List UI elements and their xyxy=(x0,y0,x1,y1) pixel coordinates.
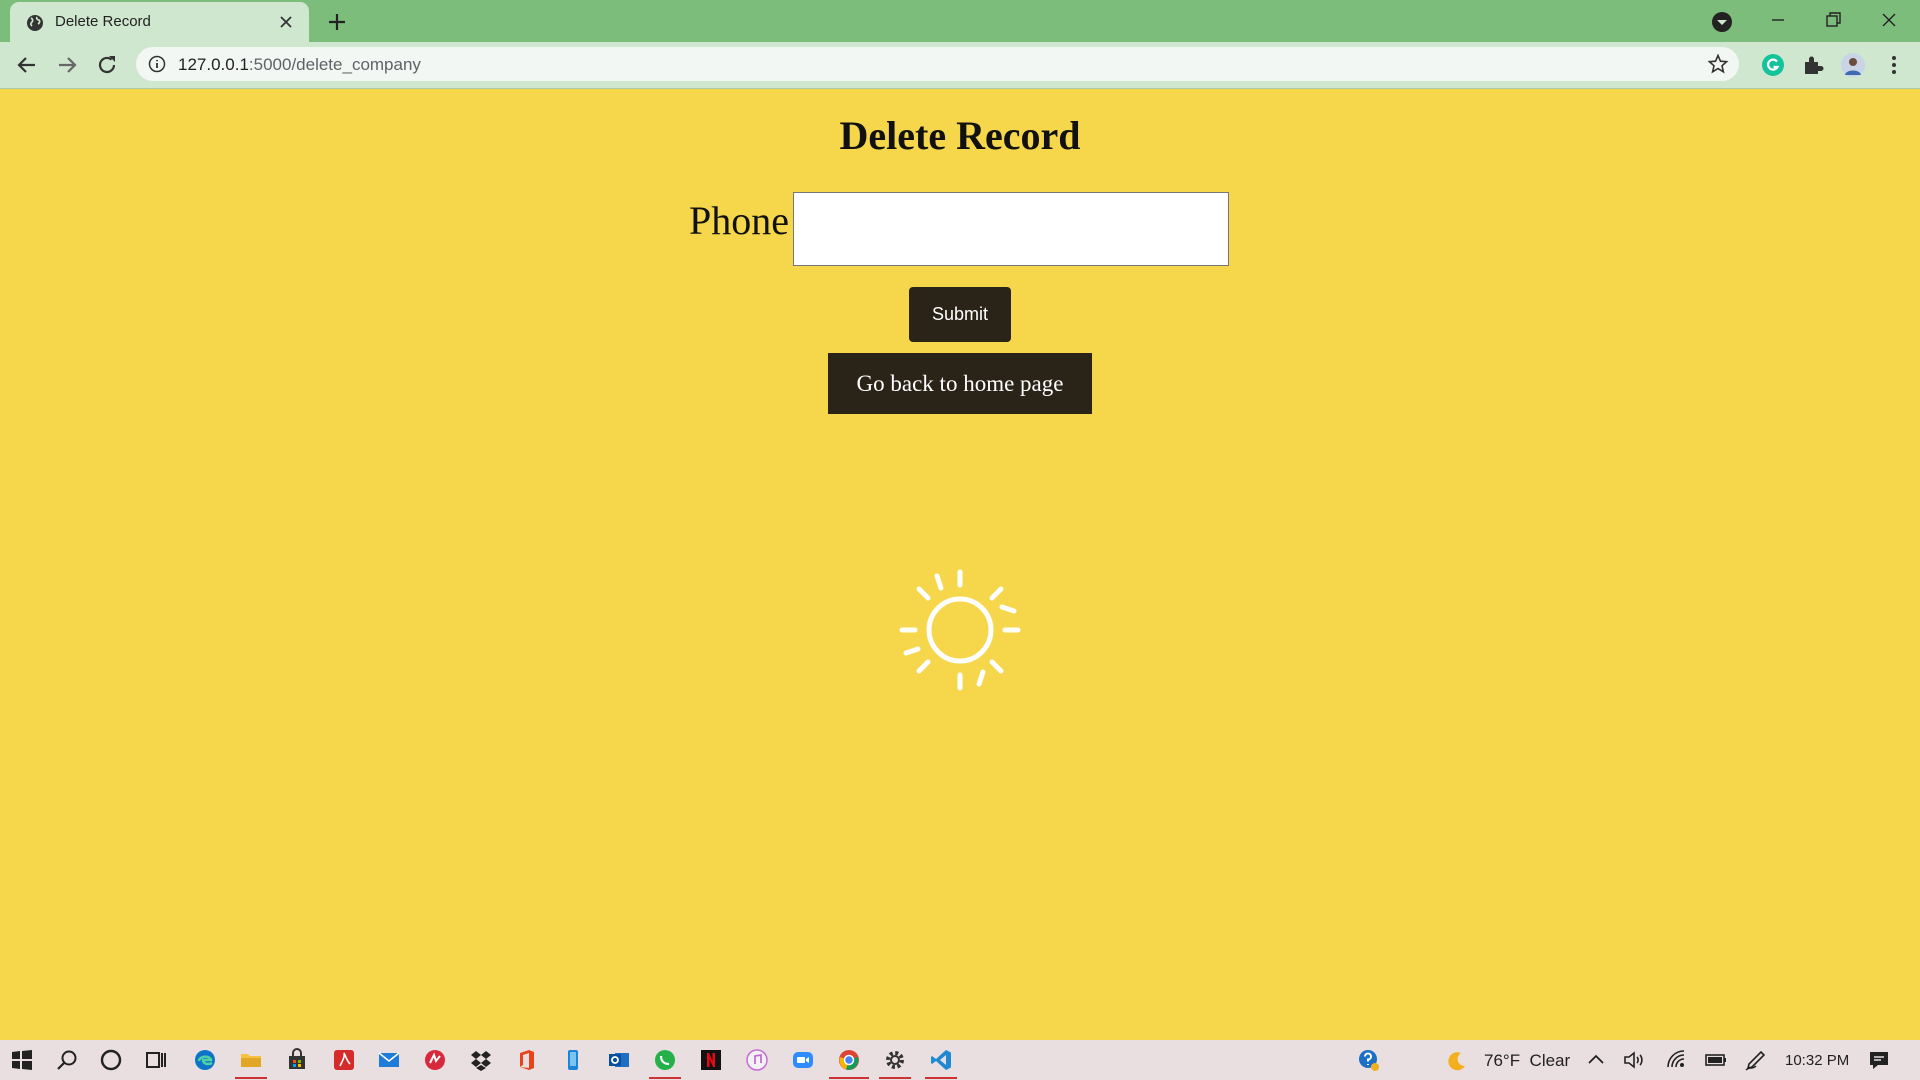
moon-weather-icon[interactable] xyxy=(1446,1050,1468,1072)
grammarly-icon[interactable] xyxy=(1761,53,1785,77)
whatsapp-open-indicator xyxy=(649,1077,681,1079)
page-title: Delete Record xyxy=(839,113,1081,158)
vscode-icon[interactable] xyxy=(929,1048,953,1072)
whatsapp-icon[interactable] xyxy=(653,1048,677,1072)
itunes-icon[interactable] xyxy=(745,1048,769,1072)
netflix-icon[interactable] xyxy=(699,1048,723,1072)
cortana-icon[interactable] xyxy=(99,1048,123,1072)
notifications-icon[interactable] xyxy=(1867,1048,1891,1072)
address-bar[interactable]: 127.0.0.1:5000/delete_company xyxy=(136,47,1739,81)
windows-start-icon[interactable] xyxy=(10,1048,34,1072)
forward-icon[interactable] xyxy=(55,53,79,77)
phone-app-icon[interactable] xyxy=(561,1048,585,1072)
dropbox-icon[interactable] xyxy=(469,1048,493,1072)
phone-input[interactable] xyxy=(793,192,1229,266)
tab-search-icon[interactable] xyxy=(1711,11,1733,33)
edge-icon[interactable] xyxy=(193,1048,217,1072)
extensions-icon[interactable] xyxy=(1801,53,1825,77)
back-icon[interactable] xyxy=(15,53,39,77)
mail-icon[interactable] xyxy=(377,1048,401,1072)
antivirus-icon[interactable] xyxy=(423,1048,447,1072)
chevron-up-icon[interactable] xyxy=(1584,1048,1608,1072)
tab-title: Delete Record xyxy=(55,13,151,30)
pen-input-icon[interactable] xyxy=(1744,1048,1768,1072)
weather-readout[interactable]: 76°F Clear xyxy=(1484,1051,1570,1071)
settings-open-indicator xyxy=(879,1077,911,1079)
wifi-icon[interactable] xyxy=(1665,1048,1689,1072)
home-page-link[interactable]: Go back to home page xyxy=(828,353,1092,414)
page-content: Delete Record Phone Submit Go back to ho… xyxy=(0,89,1920,1040)
url-text: 127.0.0.1:5000/delete_company xyxy=(178,55,421,74)
window-close-icon[interactable] xyxy=(1877,8,1901,32)
battery-icon[interactable] xyxy=(1704,1048,1728,1072)
chrome-active-indicator xyxy=(829,1077,869,1079)
zoom-icon[interactable] xyxy=(791,1048,815,1072)
new-tab-icon[interactable] xyxy=(325,10,349,34)
browser-tab-strip: Delete Record xyxy=(0,0,1920,42)
reload-icon[interactable] xyxy=(95,53,119,77)
file-explorer-icon[interactable] xyxy=(239,1048,263,1072)
search-icon[interactable] xyxy=(55,1048,79,1072)
volume-icon[interactable] xyxy=(1622,1048,1646,1072)
outlook-icon[interactable] xyxy=(607,1048,631,1072)
restore-icon[interactable] xyxy=(1821,8,1845,32)
phone-label: Phone xyxy=(689,198,789,243)
acrobat-icon[interactable] xyxy=(332,1048,356,1072)
sun-icon xyxy=(899,569,1021,691)
task-view-icon[interactable] xyxy=(144,1048,168,1072)
globe-icon xyxy=(27,15,43,31)
settings-gear-icon[interactable] xyxy=(883,1048,907,1072)
taskbar: 76°F Clear 10:32 PM xyxy=(0,1040,1920,1080)
minimize-icon[interactable] xyxy=(1766,8,1790,32)
browser-tab[interactable]: Delete Record xyxy=(10,2,309,42)
help-icon[interactable] xyxy=(1357,1048,1381,1072)
menu-kebab-icon[interactable] xyxy=(1882,53,1906,77)
browser-toolbar: 127.0.0.1:5000/delete_company xyxy=(0,42,1920,89)
bookmark-star-icon[interactable] xyxy=(1707,53,1729,75)
chrome-icon[interactable] xyxy=(837,1048,861,1072)
submit-button[interactable]: Submit xyxy=(909,287,1011,342)
site-info-icon[interactable] xyxy=(148,55,166,73)
explorer-open-indicator xyxy=(235,1077,267,1079)
office-icon[interactable] xyxy=(515,1048,539,1072)
vscode-open-indicator xyxy=(925,1077,957,1079)
profile-avatar-icon[interactable] xyxy=(1841,53,1865,77)
store-icon[interactable] xyxy=(285,1048,309,1072)
taskbar-clock[interactable]: 10:32 PM xyxy=(1785,1052,1849,1069)
close-tab-icon[interactable] xyxy=(278,14,294,30)
